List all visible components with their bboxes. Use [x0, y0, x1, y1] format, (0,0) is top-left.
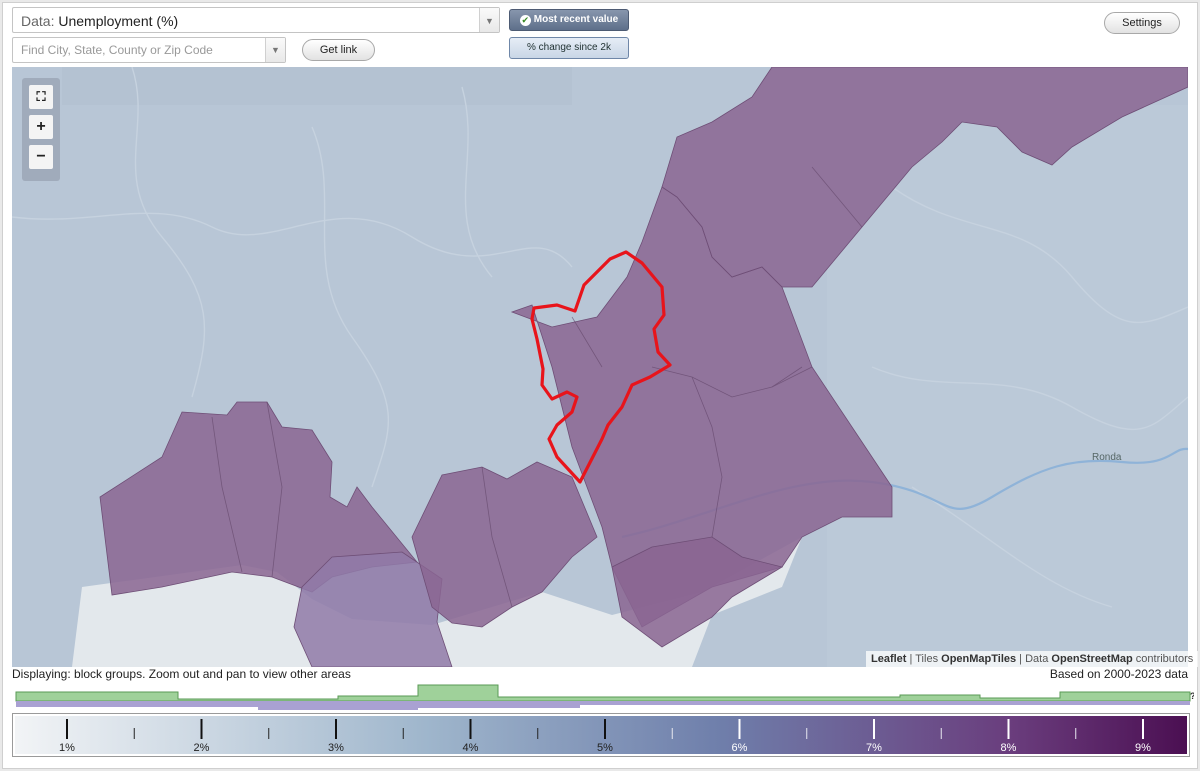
- attribution-leaflet[interactable]: Leaflet: [871, 653, 906, 665]
- histogram-bars: [15, 684, 1191, 702]
- distribution-histogram: ?: [15, 684, 1194, 710]
- data-select[interactable]: Data: Unemployment (%) ▼: [12, 7, 500, 33]
- data-select-text: Data: Unemployment (%): [21, 13, 178, 29]
- attribution-tiles-label: Tiles: [915, 653, 939, 665]
- legend-tick-label: 7%: [866, 742, 882, 754]
- attribution-tiles[interactable]: OpenMapTiles: [941, 653, 1016, 665]
- check-icon: ✔: [519, 15, 531, 26]
- legend-tick-label: 4%: [463, 742, 479, 754]
- attribution-data-label: Data: [1025, 653, 1049, 665]
- legend-tick-label: 3%: [328, 742, 344, 754]
- data-range-status: Based on 2000-2023 data: [1049, 667, 1188, 681]
- location-search[interactable]: ▼: [12, 37, 286, 63]
- most-recent-label: Most recent value: [533, 14, 619, 25]
- display-status: Displaying: block groups. Zoom out and p…: [12, 667, 351, 681]
- legend-tick-label: 8%: [1001, 742, 1017, 754]
- place-label-ronda: Ronda: [1092, 452, 1122, 463]
- zoom-out-button[interactable]: −: [29, 145, 53, 169]
- histogram-help-icon[interactable]: ?: [1190, 691, 1194, 701]
- color-legend: 1% 2% 3% 4% 5% 6% 7% 8% 9%: [12, 713, 1190, 757]
- map-attribution: Leaflet | Tiles OpenMapTiles | Data Open…: [866, 651, 1199, 667]
- chevron-down-icon[interactable]: ▼: [265, 38, 285, 62]
- attribution-contributors: contributors: [1135, 653, 1194, 665]
- legend-scale: 1% 2% 3% 4% 5% 6% 7% 8% 9%: [15, 716, 1187, 754]
- get-link-button[interactable]: Get link: [302, 39, 375, 61]
- data-select-value: Unemployment (%): [58, 13, 179, 29]
- attribution-osm[interactable]: OpenStreetMap: [1051, 653, 1132, 665]
- zoom-in-button[interactable]: +: [29, 115, 53, 139]
- legend-tick-label: 9%: [1135, 742, 1151, 754]
- map-canvas[interactable]: [12, 67, 1188, 667]
- search-input[interactable]: [13, 38, 267, 62]
- histogram-baseline: [16, 701, 1190, 710]
- chevron-down-icon[interactable]: ▼: [479, 8, 499, 32]
- fullscreen-icon[interactable]: ⛶: [29, 85, 53, 109]
- legend-tick-label: 2%: [194, 742, 210, 754]
- map-view[interactable]: [12, 67, 1188, 667]
- legend-tick-label: 6%: [732, 742, 748, 754]
- legend-tick-label: 5%: [597, 742, 613, 754]
- zoom-panel: ⛶ + −: [22, 78, 60, 181]
- data-select-prefix: Data:: [21, 13, 55, 29]
- pct-change-button[interactable]: % change since 2k: [509, 37, 629, 59]
- most-recent-value-button[interactable]: ✔ Most recent value: [509, 9, 629, 31]
- legend-tick-label: 1%: [59, 742, 75, 754]
- settings-button[interactable]: Settings: [1104, 12, 1180, 34]
